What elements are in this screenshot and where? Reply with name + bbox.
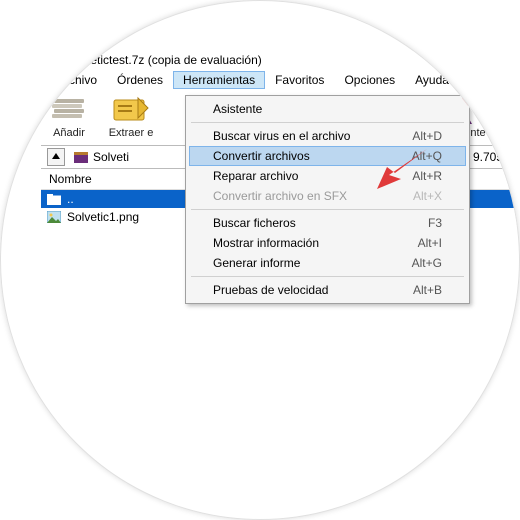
- menu-informe-label: Generar informe: [213, 256, 300, 270]
- shortcut: Alt+G: [412, 256, 442, 270]
- menu-mostrar-informacion[interactable]: Mostrar información Alt+I: [189, 233, 466, 253]
- menu-sfx-label: Convertir archivo en SFX: [213, 189, 347, 203]
- shortcut: F3: [428, 216, 442, 230]
- annotation-arrow-icon: [377, 149, 427, 192]
- up-button[interactable]: [47, 148, 65, 166]
- herramientas-dropdown: Asistente Buscar virus en el archivo Alt+…: [185, 95, 470, 304]
- menu-bar: Archivo Órdenes Herramientas Favoritos O…: [41, 69, 520, 89]
- menu-favoritos[interactable]: Favoritos: [265, 71, 334, 89]
- extract-label: Extraer e: [109, 127, 154, 139]
- menu-convertir-label: Convertir archivos: [213, 149, 310, 163]
- menu-reparar-label: Reparar archivo: [213, 169, 298, 183]
- image-file-icon: [47, 210, 61, 224]
- extract-button[interactable]: Extraer e: [109, 95, 153, 139]
- menu-mostrar-label: Mostrar información: [213, 236, 319, 250]
- archive-path[interactable]: Solveti: [73, 150, 129, 164]
- menu-ayuda[interactable]: Ayuda: [405, 71, 459, 89]
- info-button[interactable]: In.: [503, 95, 520, 139]
- menu-archivo[interactable]: Archivo: [47, 71, 107, 89]
- menu-buscar-ficheros[interactable]: Buscar ficheros F3: [189, 213, 466, 233]
- info-icon: [506, 95, 520, 125]
- menu-velocidad-label: Pruebas de velocidad: [213, 283, 328, 297]
- menu-herramientas[interactable]: Herramientas: [173, 71, 265, 89]
- archive-icon: [73, 150, 89, 164]
- menu-generar-informe[interactable]: Generar informe Alt+G: [189, 253, 466, 273]
- add-button[interactable]: Añadir: [47, 95, 91, 139]
- menu-asistente-label: Asistente: [213, 102, 262, 116]
- menu-separator: [191, 209, 464, 210]
- window-title: Solvetictest.7z (copia de evaluación): [67, 53, 262, 67]
- app-icon: [45, 53, 61, 67]
- shortcut: Alt+I: [418, 236, 442, 250]
- menu-buscar-virus-label: Buscar virus en el archivo: [213, 129, 350, 143]
- menu-separator: [191, 122, 464, 123]
- folder-up-icon: [47, 192, 61, 206]
- archive-name: Solveti: [93, 150, 129, 164]
- title-bar: Solvetictest.7z (copia de evaluación): [41, 51, 520, 69]
- file-name: Solvetic1.png: [67, 210, 139, 224]
- shortcut: Alt+D: [412, 129, 442, 143]
- menu-ficheros-label: Buscar ficheros: [213, 216, 296, 230]
- menu-ordenes[interactable]: Órdenes: [107, 71, 173, 89]
- menu-buscar-virus[interactable]: Buscar virus en el archivo Alt+D: [189, 126, 466, 146]
- books-stack-icon: [50, 95, 88, 125]
- parent-label: ..: [67, 192, 74, 206]
- extract-books-icon: [112, 95, 150, 125]
- add-label: Añadir: [53, 127, 85, 139]
- menu-separator: [191, 276, 464, 277]
- shortcut: Alt+B: [413, 283, 442, 297]
- menu-asistente[interactable]: Asistente: [189, 99, 466, 119]
- viewport-circle: Solvetictest.7z (copia de evaluación) Ar…: [0, 0, 520, 520]
- archive-size: 9.705 bytes: [473, 150, 520, 164]
- menu-opciones[interactable]: Opciones: [334, 71, 405, 89]
- menu-pruebas-velocidad[interactable]: Pruebas de velocidad Alt+B: [189, 280, 466, 300]
